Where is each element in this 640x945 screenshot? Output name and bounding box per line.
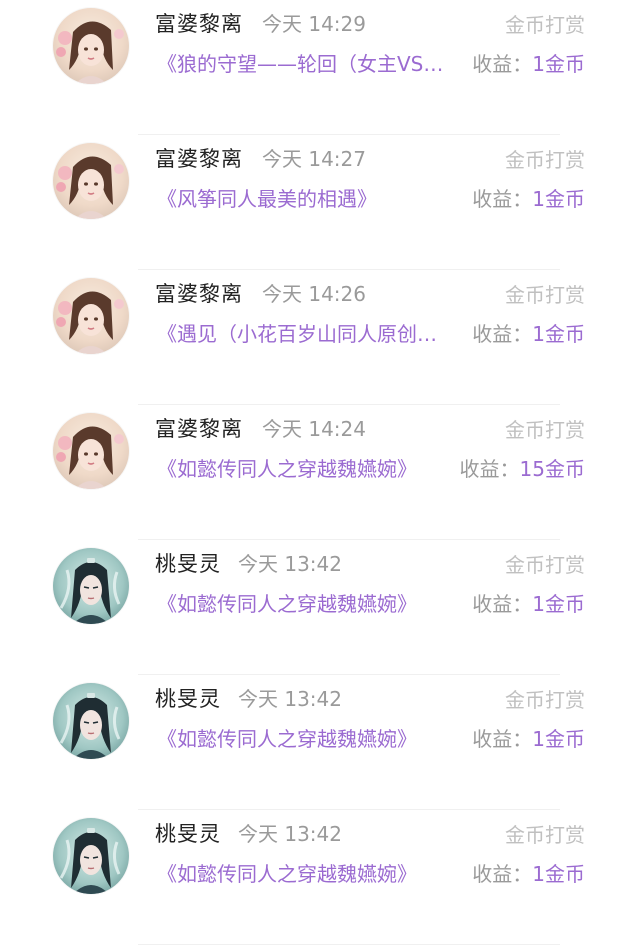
reward-record-row[interactable]: 桃旻灵 今天 13:42 金币打赏 《如懿传同人之穿越魏嬿婉》 收益：1金币 [0, 675, 640, 810]
female-avatar-icon[interactable] [53, 143, 129, 219]
username[interactable]: 桃旻灵 [155, 818, 221, 848]
work-title-link[interactable]: 《如懿传同人之穿越魏嬿婉》 [157, 723, 417, 752]
female-avatar-icon[interactable] [53, 413, 129, 489]
reward-type-label: 金币打赏 [505, 283, 585, 307]
male-avatar-icon[interactable] [53, 548, 129, 624]
work-title-link[interactable]: 《遇见（小花百岁山同人原创… [157, 318, 437, 347]
timestamp: 今天 14:24 [262, 417, 366, 441]
timestamp: 今天 14:27 [262, 147, 366, 171]
reward-type-label: 金币打赏 [505, 13, 585, 37]
male-avatar-icon[interactable] [53, 818, 129, 894]
female-avatar-icon[interactable] [53, 8, 129, 84]
income-label: 收益： [472, 592, 533, 616]
income: 收益：1金币 [472, 318, 585, 347]
income: 收益：1金币 [472, 858, 585, 887]
timestamp: 今天 13:42 [238, 822, 342, 846]
reward-record-row[interactable]: 富婆黎离 今天 14:26 金币打赏 《遇见（小花百岁山同人原创… 收益：1金币 [0, 270, 640, 405]
username[interactable]: 富婆黎离 [155, 413, 243, 443]
income-value: 1金币 [532, 862, 585, 886]
income-label: 收益： [472, 187, 533, 211]
reward-type-label: 金币打赏 [505, 688, 585, 712]
timestamp: 今天 14:29 [262, 12, 366, 36]
username[interactable]: 富婆黎离 [155, 278, 243, 308]
income: 收益：1金币 [472, 723, 585, 752]
income: 收益：1金币 [472, 588, 585, 617]
username[interactable]: 桃旻灵 [155, 683, 221, 713]
income-label: 收益： [472, 322, 533, 346]
username[interactable]: 富婆黎离 [155, 8, 243, 38]
income-label: 收益： [459, 457, 520, 481]
income-label: 收益： [472, 862, 533, 886]
reward-record-row[interactable]: 桃旻灵 今天 13:42 金币打赏 《如懿传同人之穿越魏嬿婉》 收益：1金币 [0, 540, 640, 675]
username[interactable]: 富婆黎离 [155, 143, 243, 173]
income-value: 15金币 [519, 457, 585, 481]
income-value: 1金币 [532, 52, 585, 76]
income-value: 1金币 [532, 187, 585, 211]
reward-record-row[interactable]: 富婆黎离 今天 14:29 金币打赏 《狼的守望——轮回（女主VS… 收益：1金… [0, 0, 640, 135]
work-title-link[interactable]: 《风筝同人最美的相遇》 [157, 183, 377, 212]
username[interactable]: 桃旻灵 [155, 548, 221, 578]
income-label: 收益： [472, 727, 533, 751]
income-value: 1金币 [532, 727, 585, 751]
reward-type-label: 金币打赏 [505, 418, 585, 442]
work-title-link[interactable]: 《如懿传同人之穿越魏嬿婉》 [157, 858, 417, 887]
timestamp: 今天 13:42 [238, 552, 342, 576]
male-avatar-icon[interactable] [53, 683, 129, 759]
reward-record-list: 富婆黎离 今天 14:29 金币打赏 《狼的守望——轮回（女主VS… 收益：1金… [0, 0, 640, 945]
reward-type-label: 金币打赏 [505, 553, 585, 577]
income-value: 1金币 [532, 592, 585, 616]
work-title-link[interactable]: 《狼的守望——轮回（女主VS… [157, 48, 443, 77]
reward-record-row[interactable]: 桃旻灵 今天 13:42 金币打赏 《如懿传同人之穿越魏嬿婉》 收益：1金币 [0, 810, 640, 945]
reward-type-label: 金币打赏 [505, 823, 585, 847]
reward-record-row[interactable]: 富婆黎离 今天 14:24 金币打赏 《如懿传同人之穿越魏嬿婉》 收益：15金币 [0, 405, 640, 540]
reward-type-label: 金币打赏 [505, 148, 585, 172]
income-label: 收益： [472, 52, 533, 76]
income: 收益：15金币 [460, 453, 585, 482]
reward-record-row[interactable]: 富婆黎离 今天 14:27 金币打赏 《风筝同人最美的相遇》 收益：1金币 [0, 135, 640, 270]
work-title-link[interactable]: 《如懿传同人之穿越魏嬿婉》 [157, 453, 417, 482]
timestamp: 今天 14:26 [262, 282, 366, 306]
female-avatar-icon[interactable] [53, 278, 129, 354]
work-title-link[interactable]: 《如懿传同人之穿越魏嬿婉》 [157, 588, 417, 617]
income: 收益：1金币 [472, 48, 585, 77]
timestamp: 今天 13:42 [238, 687, 342, 711]
income: 收益：1金币 [472, 183, 585, 212]
income-value: 1金币 [532, 322, 585, 346]
